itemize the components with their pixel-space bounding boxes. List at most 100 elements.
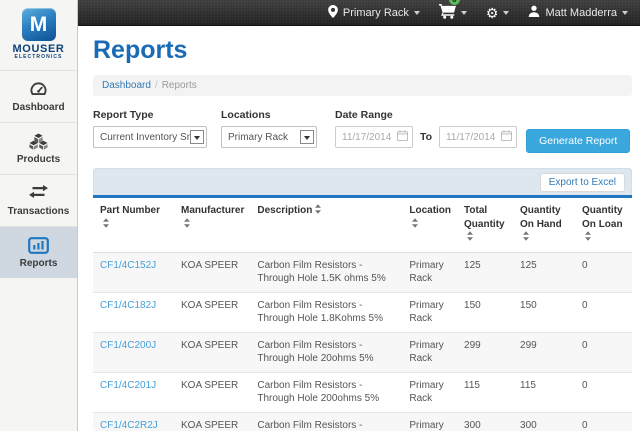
location-cell: Primary Rack xyxy=(402,252,457,292)
gear-icon: ⚙ xyxy=(486,6,499,20)
chevron-down-icon xyxy=(190,130,204,144)
mouser-logo-icon: M xyxy=(22,8,56,41)
date-range-group: Date Range To xyxy=(335,109,517,148)
part-number-cell: CF1/4C200J xyxy=(93,332,174,372)
description-cell: Carbon Film Resistors - Through Hole 1.5… xyxy=(250,252,402,292)
location-label: Primary Rack xyxy=(343,7,409,19)
brand-logo-block[interactable]: M MOUSER ELECTRONICS xyxy=(0,0,77,70)
description-cell: Carbon Film Resistors - Through Hole 2.2… xyxy=(250,412,402,431)
quantity-on-hand-cell: 115 xyxy=(513,372,575,412)
sidebar: M MOUSER ELECTRONICS Dashboard Products xyxy=(0,0,78,431)
export-to-excel-button[interactable]: Export to Excel xyxy=(540,173,625,192)
manufacturer-cell: KOA SPEER xyxy=(174,292,250,332)
table-header-row: Part Number Manufacturer Description Loc… xyxy=(93,197,632,253)
locations-label: Locations xyxy=(221,109,317,121)
manufacturer-cell: KOA SPEER xyxy=(174,252,250,292)
brand-name: MOUSER xyxy=(0,44,77,54)
table-row: CF1/4C200J KOA SPEER Carbon Film Resisto… xyxy=(93,332,632,372)
part-number-link[interactable]: CF1/4C152J xyxy=(100,260,156,271)
locations-group: Locations Primary Rack xyxy=(221,109,317,148)
user-menu[interactable]: Matt Madderra xyxy=(528,0,628,25)
part-number-cell: CF1/4C152J xyxy=(93,252,174,292)
inventory-table: Part Number Manufacturer Description Loc… xyxy=(93,195,632,431)
dashboard-gauge-icon xyxy=(0,81,77,99)
calendar-icon xyxy=(397,128,408,146)
reports-bar-chart-icon xyxy=(0,237,77,255)
results-panel: Export to Excel Part Number Manufacturer… xyxy=(93,168,632,431)
column-header-part-number[interactable]: Part Number xyxy=(93,197,174,253)
map-pin-icon xyxy=(328,5,338,21)
location-cell: Primary Rack xyxy=(402,292,457,332)
chevron-down-icon xyxy=(414,11,420,15)
table-row: CF1/4C152J KOA SPEER Carbon Film Resisto… xyxy=(93,252,632,292)
table-row: CF1/4C201J KOA SPEER Carbon Film Resisto… xyxy=(93,372,632,412)
sort-icon xyxy=(585,231,591,241)
settings-menu[interactable]: ⚙ xyxy=(486,0,510,25)
quantity-on-hand-cell: 299 xyxy=(513,332,575,372)
part-number-link[interactable]: CF1/4C182J xyxy=(100,300,156,311)
date-from-input[interactable] xyxy=(336,132,397,143)
sidebar-item-label: Products xyxy=(0,154,77,165)
column-header-total-quantity[interactable]: Total Quantity xyxy=(457,197,513,253)
part-number-link[interactable]: CF1/4C200J xyxy=(100,340,156,351)
sidebar-item-reports[interactable]: Reports xyxy=(0,226,77,278)
chevron-down-icon xyxy=(461,11,467,15)
user-name: Matt Madderra xyxy=(545,7,617,19)
column-header-quantity-on-loan[interactable]: Quantity On Loan xyxy=(575,197,632,253)
sidebar-item-dashboard[interactable]: Dashboard xyxy=(0,70,77,122)
column-header-quantity-on-hand[interactable]: Quantity On Hand xyxy=(513,197,575,253)
manufacturer-cell: KOA SPEER xyxy=(174,412,250,431)
total-quantity-cell: 115 xyxy=(457,372,513,412)
quantity-on-loan-cell: 0 xyxy=(575,372,632,412)
sidebar-nav: Dashboard Products Transactions Reports xyxy=(0,70,77,278)
table-body: CF1/4C152J KOA SPEER Carbon Film Resisto… xyxy=(93,252,632,431)
sort-icon xyxy=(467,231,473,241)
locations-value: Primary Rack xyxy=(228,132,300,143)
total-quantity-cell: 125 xyxy=(457,252,513,292)
sidebar-item-products[interactable]: Products xyxy=(0,122,77,174)
total-quantity-cell: 299 xyxy=(457,332,513,372)
report-type-select[interactable]: Current Inventory Snapshot xyxy=(93,126,207,148)
locations-select[interactable]: Primary Rack xyxy=(221,126,317,148)
location-menu[interactable]: Primary Rack xyxy=(328,0,420,25)
location-cell: Primary Rack xyxy=(402,372,457,412)
date-to-input[interactable] xyxy=(440,132,501,143)
sidebar-item-label: Reports xyxy=(0,258,77,269)
column-header-manufacturer[interactable]: Manufacturer xyxy=(174,197,250,253)
calendar-icon xyxy=(501,128,512,146)
sort-icon xyxy=(412,218,418,228)
date-range-label: Date Range xyxy=(335,109,517,121)
main-content: Reports Dashboard/Reports Report Type Cu… xyxy=(79,27,640,431)
sort-icon xyxy=(523,231,529,241)
quantity-on-loan-cell: 0 xyxy=(575,292,632,332)
table-row: CF1/4C182J KOA SPEER Carbon Film Resisto… xyxy=(93,292,632,332)
column-header-location[interactable]: Location xyxy=(402,197,457,253)
description-cell: Carbon Film Resistors - Through Hole 1.8… xyxy=(250,292,402,332)
cart-icon xyxy=(439,3,456,22)
sort-icon xyxy=(103,218,109,228)
transactions-arrows-icon xyxy=(0,185,77,203)
report-type-group: Report Type Current Inventory Snapshot xyxy=(93,109,207,148)
date-to-field xyxy=(439,126,517,148)
manufacturer-cell: KOA SPEER xyxy=(174,372,250,412)
report-filters: Report Type Current Inventory Snapshot L… xyxy=(93,109,632,153)
quantity-on-loan-cell: 0 xyxy=(575,252,632,292)
column-header-description[interactable]: Description xyxy=(250,197,402,253)
description-cell: Carbon Film Resistors - Through Hole 20o… xyxy=(250,332,402,372)
sidebar-item-label: Dashboard xyxy=(0,102,77,113)
sidebar-item-label: Transactions xyxy=(0,206,77,217)
sidebar-item-transactions[interactable]: Transactions xyxy=(0,174,77,226)
cart-menu[interactable]: 0 xyxy=(439,0,467,25)
breadcrumb-dashboard-link[interactable]: Dashboard xyxy=(102,80,151,91)
part-number-link[interactable]: CF1/4C2R2J xyxy=(100,420,158,431)
quantity-on-loan-cell: 0 xyxy=(575,412,632,431)
generate-report-button[interactable]: Generate Report xyxy=(526,129,630,153)
report-type-label: Report Type xyxy=(93,109,207,121)
logo-letter: M xyxy=(30,13,48,36)
date-from-field xyxy=(335,126,413,148)
report-type-value: Current Inventory Snapshot xyxy=(100,132,190,143)
total-quantity-cell: 300 xyxy=(457,412,513,431)
user-icon xyxy=(528,5,540,20)
page-title: Reports xyxy=(93,36,632,65)
part-number-link[interactable]: CF1/4C201J xyxy=(100,380,156,391)
